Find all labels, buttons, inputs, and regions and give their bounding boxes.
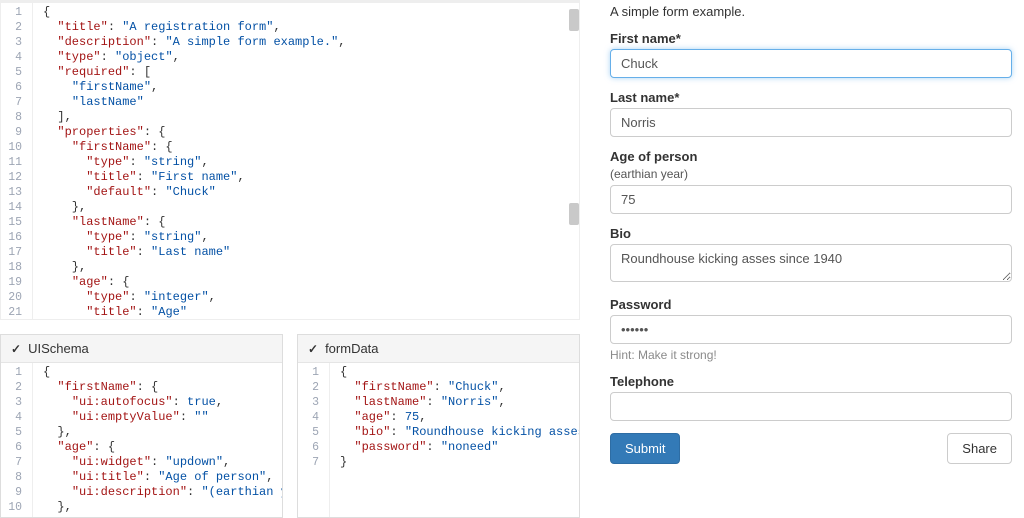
jsonschema-editor[interactable]: 123456789101112131415161718192021 { "tit…: [1, 3, 579, 319]
telephone-label: Telephone: [610, 374, 1012, 389]
uischema-panel: UISchema 12345678910 { "firstName": { "u…: [0, 334, 283, 518]
uischema-editor[interactable]: 12345678910 { "firstName": { "ui:autofoc…: [1, 363, 282, 517]
scrollbar-thumb[interactable]: [569, 203, 579, 225]
line-gutter: 12345678910: [1, 363, 33, 517]
scrollbar-thumb[interactable]: [569, 9, 579, 31]
bio-textarea[interactable]: [610, 244, 1012, 282]
field-bio: Bio: [610, 226, 1012, 285]
formdata-title: formData: [325, 341, 378, 356]
code-lines[interactable]: { "title": "A registration form", "descr…: [33, 3, 579, 319]
bottom-editors-row: UISchema 12345678910 { "firstName": { "u…: [0, 334, 580, 518]
form-action-row: Submit Share: [610, 433, 1012, 464]
bio-label: Bio: [610, 226, 1012, 241]
password-input[interactable]: [610, 315, 1012, 344]
editors-column: 123456789101112131415161718192021 { "tit…: [0, 0, 590, 510]
submit-button[interactable]: Submit: [610, 433, 680, 464]
code-lines[interactable]: { "firstName": "Chuck", "lastName": "Nor…: [330, 363, 579, 517]
check-icon: [308, 341, 321, 356]
code-lines[interactable]: { "firstName": { "ui:autofocus": true, "…: [33, 363, 282, 517]
field-age: Age of person (earthian year): [610, 149, 1012, 214]
field-telephone: Telephone: [610, 374, 1012, 421]
uischema-title: UISchema: [28, 341, 89, 356]
age-description: (earthian year): [610, 167, 1012, 181]
formdata-header: formData: [298, 335, 579, 363]
form-description: A simple form example.: [610, 4, 1012, 19]
telephone-input[interactable]: [610, 392, 1012, 421]
rendered-form: A simple form example. First name* Last …: [590, 0, 1024, 510]
line-gutter: 1234567: [298, 363, 330, 517]
line-gutter: 123456789101112131415161718192021: [1, 3, 33, 319]
formdata-panel: formData 1234567 { "firstName": "Chuck",…: [297, 334, 580, 518]
password-label: Password: [610, 297, 1012, 312]
age-input[interactable]: [610, 185, 1012, 214]
password-hint: Hint: Make it strong!: [610, 348, 1012, 362]
field-last-name: Last name*: [610, 90, 1012, 137]
formdata-editor[interactable]: 1234567 { "firstName": "Chuck", "lastNam…: [298, 363, 579, 517]
last-name-input[interactable]: [610, 108, 1012, 137]
check-icon: [11, 341, 24, 356]
first-name-label: First name*: [610, 31, 1012, 46]
share-button[interactable]: Share: [947, 433, 1012, 464]
age-label: Age of person: [610, 149, 1012, 164]
last-name-label: Last name*: [610, 90, 1012, 105]
field-first-name: First name*: [610, 31, 1012, 78]
jsonschema-editor-panel: 123456789101112131415161718192021 { "tit…: [0, 0, 580, 320]
first-name-input[interactable]: [610, 49, 1012, 78]
uischema-header: UISchema: [1, 335, 282, 363]
field-password: Password Hint: Make it strong!: [610, 297, 1012, 362]
